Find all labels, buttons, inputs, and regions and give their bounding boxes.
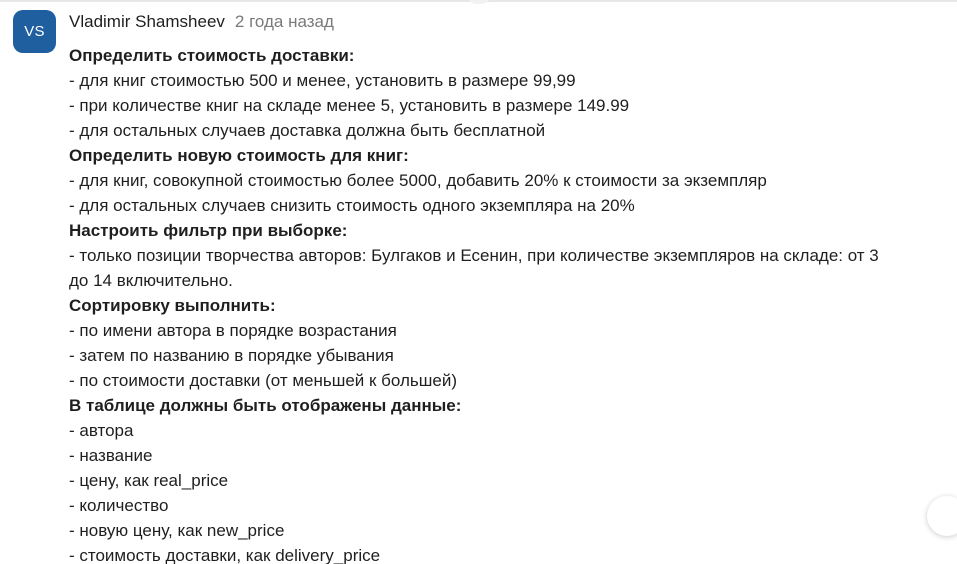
section-heading: В таблице должны быть отображены данные: [69, 396, 462, 415]
section-heading: Определить стоимость доставки: [69, 46, 355, 65]
text-line: до 14 включительно. [69, 271, 233, 290]
text-line: - стоимость доставки, как delivery_price [69, 546, 381, 564]
section-heading: Определить новую стоимость для книг: [69, 146, 409, 165]
comment-header: Vladimir Shamsheev 2 года назад [69, 10, 334, 34]
text-line: - только позиции творчества авторов: Бул… [69, 246, 879, 265]
text-line: - количество [69, 496, 169, 515]
text-line: - по стоимости доставки (от меньшей к бо… [69, 371, 458, 390]
comment-timestamp[interactable]: 2 года назад [235, 12, 334, 32]
text-line: - по имени автора в порядке возрастания [69, 321, 397, 340]
comment-card: VS Vladimir Shamsheev 2 года назад Опред… [0, 0, 957, 564]
text-line: - название [69, 446, 153, 465]
section-heading: Настроить фильтр при выборке: [69, 221, 348, 240]
author-name[interactable]: Vladimir Shamsheev [69, 12, 225, 32]
text-line: - при количестве книг на складе менее 5,… [69, 96, 630, 115]
text-line: - для книг стоимостью 500 и менее, устан… [69, 71, 576, 90]
text-line: - автора [69, 421, 134, 440]
section-heading: Сортировку выполнить: [69, 296, 276, 315]
text-line: - новую цену, как new_price [69, 521, 285, 540]
text-line: - затем по названию в порядке убывания [69, 346, 394, 365]
comment-text: Определить стоимость доставки: - для кни… [69, 43, 952, 564]
text-line: - цену, как real_price [69, 471, 229, 490]
text-line: - для книг, совокупной стоимостью более … [69, 171, 767, 190]
text-line: - для остальных случаев снизить стоимост… [69, 196, 635, 215]
text-line: - для остальных случаев доставка должна … [69, 121, 546, 140]
avatar[interactable]: VS [13, 10, 56, 53]
